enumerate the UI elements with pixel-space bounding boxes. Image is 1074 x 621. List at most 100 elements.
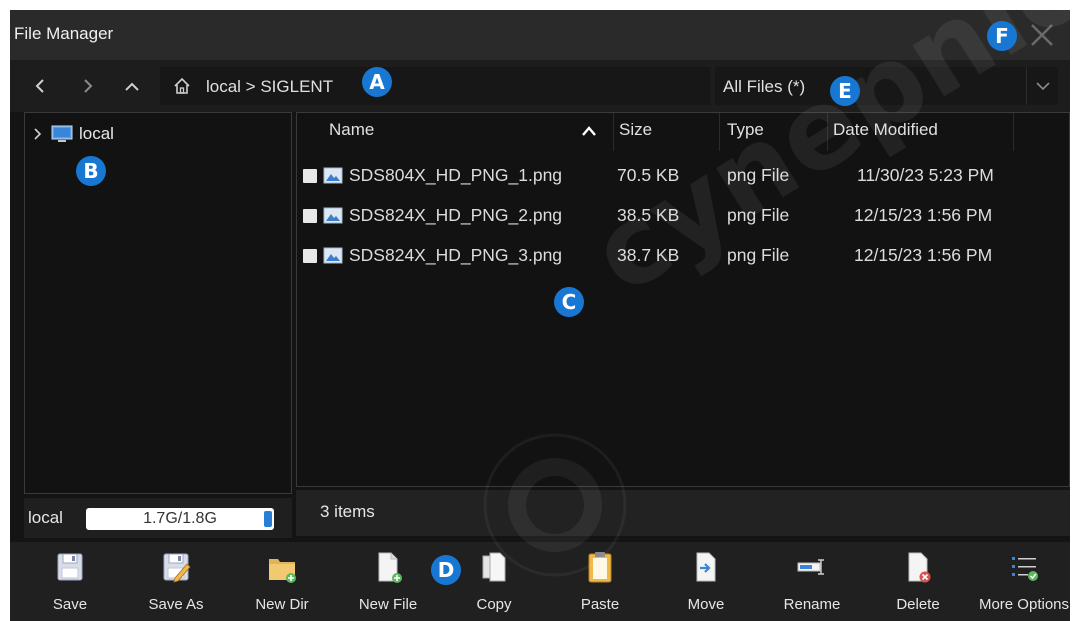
status-bar: 3 items [296,490,1070,536]
copy-icon [482,552,506,582]
more-options-icon [1012,557,1038,581]
callout-badge-c: C [554,287,584,317]
new-file-label: New File [358,596,418,613]
chevron-down-icon [1036,82,1050,91]
close-icon [1031,24,1053,46]
column-header-date-modified[interactable]: Date Modified [833,113,1013,151]
image-file-icon [323,247,343,264]
save-label: Save [52,596,88,613]
clipboard-icon [588,552,612,583]
column-header-name[interactable]: Name [329,113,609,151]
move-file-icon [696,552,716,582]
rename-label: Rename [783,596,841,613]
file-date-modified: 12/15/23 1:56 PM [854,205,993,225]
move-label: Move [687,596,725,613]
callout-badge-b: B [76,156,106,186]
save-as-label: Save As [148,596,204,613]
image-file-icon [323,167,343,184]
chevron-right-icon [84,79,93,93]
window-title: File Manager [14,24,114,43]
storage-usage: local 1.7G/1.8G [24,498,292,538]
move-button[interactable]: Move [656,542,756,621]
column-separator [1013,113,1014,151]
column-header-size[interactable]: Size [619,113,719,151]
delete-file-icon [908,552,931,583]
file-name: SDS804X_HD_PNG_1.png [349,165,563,185]
callout-badge-d: D [431,555,461,585]
column-header-label: Size [619,120,653,139]
file-row[interactable]: SDS804X_HD_PNG_1.png 70.5 KB png File 11… [297,160,1069,194]
directory-tree-pane: local [24,112,292,494]
column-separator [719,113,720,151]
column-separator [827,113,828,151]
storage-progress-bar: 1.7G/1.8G [86,508,274,530]
title-bar: File Manager [10,10,1070,60]
file-size: 38.7 KB [617,245,680,265]
column-header-label: Type [727,120,764,139]
path-text: local > SIGLENT [206,77,334,96]
row-checkbox[interactable] [303,209,317,223]
chevron-up-icon [125,82,139,91]
computer-icon [51,125,73,142]
column-separator [613,113,614,151]
row-checkbox[interactable] [303,169,317,183]
bottom-toolbar: Save Save As New Dir New File Copy Paste… [10,542,1070,621]
tree-item-label: local [79,124,114,143]
item-count: 3 items [320,502,375,521]
file-name: SDS824X_HD_PNG_2.png [349,205,563,225]
more-options-label: More Options [978,596,1070,613]
file-type-filter-dropdown[interactable]: All Files (*) [715,67,1058,105]
path-breadcrumb[interactable]: local > SIGLENT [160,67,710,105]
more-options-button[interactable]: More Options [974,542,1070,621]
forward-button[interactable] [74,71,102,101]
callout-badge-a: A [362,67,392,97]
save-as-button[interactable]: Save As [126,542,226,621]
save-icon [57,553,83,581]
save-as-icon [163,553,191,583]
copy-button[interactable]: Copy [444,542,544,621]
storage-usage-text: 1.7G/1.8G [143,510,217,527]
file-size: 38.5 KB [617,205,680,225]
chevron-right-icon[interactable] [31,126,45,142]
file-type: png File [727,205,790,225]
paste-label: Paste [580,596,620,613]
close-button[interactable] [1026,19,1058,51]
row-checkbox[interactable] [303,249,317,263]
file-row[interactable]: SDS824X_HD_PNG_2.png 38.5 KB png File 12… [297,200,1069,234]
file-size: 70.5 KB [617,165,680,185]
column-header-type[interactable]: Type [727,113,827,151]
column-header-label: Date Modified [833,120,938,139]
file-date-modified: 12/15/23 1:56 PM [854,245,993,265]
filter-value: All Files (*) [723,77,806,96]
paste-button[interactable]: Paste [550,542,650,621]
callout-badge-f: F [987,21,1017,51]
navigation-bar: local > SIGLENT All Files (*) [10,60,1070,112]
delete-button[interactable]: Delete [868,542,968,621]
rename-button[interactable]: Rename [762,542,862,621]
new-dir-label: New Dir [255,596,309,613]
storage-label: local [28,508,63,527]
sort-ascending-icon[interactable] [579,122,599,140]
chevron-left-icon [35,79,44,93]
file-date-modified: 11/30/23 5:23 PM [857,165,994,185]
back-button[interactable] [26,71,54,101]
file-type: png File [727,245,790,265]
copy-label: Copy [476,596,512,613]
image-file-icon [323,207,343,224]
save-button[interactable]: Save [20,542,120,621]
column-header-label: Name [329,120,375,139]
rename-icon [797,559,824,575]
new-file-button[interactable]: New File [338,542,438,621]
new-file-icon [378,552,402,583]
file-row[interactable]: SDS824X_HD_PNG_3.png 38.7 KB png File 12… [297,240,1069,274]
callout-badge-e: E [830,76,860,106]
delete-label: Delete [896,596,940,613]
up-button[interactable] [118,71,146,101]
file-type: png File [727,165,790,185]
new-dir-button[interactable]: New Dir [232,542,332,621]
file-name: SDS824X_HD_PNG_3.png [349,245,563,265]
new-folder-icon [269,559,296,583]
tree-item-local[interactable]: local [31,123,114,145]
filter-dropdown-button[interactable] [1026,67,1058,105]
file-list-pane: Name Size Type Date Modified SDS804X_HD_… [296,112,1070,487]
